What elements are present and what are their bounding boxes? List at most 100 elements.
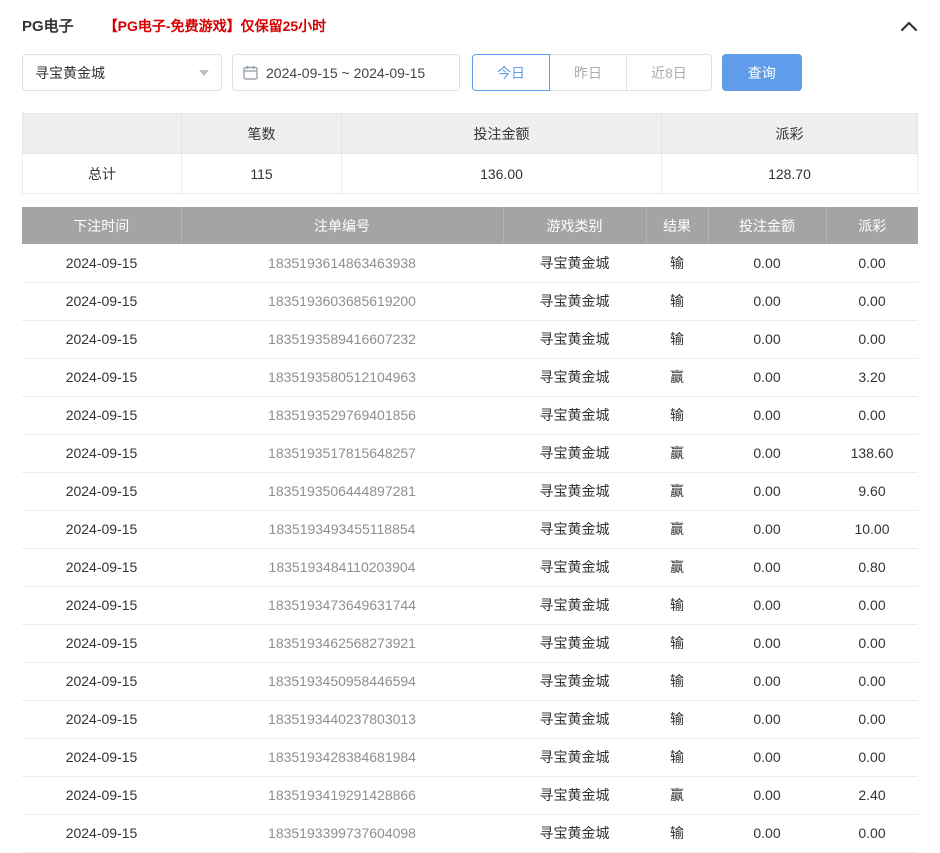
cell-order-id: 1835193529769401856 <box>181 396 503 434</box>
record-row: 2024-09-151835193506444897281寻宝黄金城赢0.009… <box>22 472 918 510</box>
pg-records-page: PG电子 【PG电子-免费游戏】仅保留25小时 寻宝黄金城 2024-09-15… <box>0 0 940 853</box>
cell-game-type: 寻宝黄金城 <box>503 624 646 662</box>
summary-total-row: 总计 115 136.00 128.70 <box>23 154 918 194</box>
cell-payout: 0.00 <box>826 814 918 852</box>
cell-bet-time: 2024-09-15 <box>22 282 181 320</box>
record-row: 2024-09-151835193603685619200寻宝黄金城输0.000… <box>22 282 918 320</box>
cell-bet-time: 2024-09-15 <box>22 320 181 358</box>
quick-range-yesterday[interactable]: 昨日 <box>549 54 627 91</box>
cell-bet-time: 2024-09-15 <box>22 776 181 814</box>
cell-order-id: 1835193506444897281 <box>181 472 503 510</box>
cell-bet-amount: 0.00 <box>708 320 826 358</box>
summary-header-bet-amount: 投注金额 <box>342 114 662 154</box>
cell-bet-amount: 0.00 <box>708 548 826 586</box>
cell-result: 输 <box>646 700 708 738</box>
records-body: 2024-09-151835193614863463938寻宝黄金城输0.000… <box>22 244 918 852</box>
cell-order-id: 1835193603685619200 <box>181 282 503 320</box>
cell-order-id: 1835193493455118854 <box>181 510 503 548</box>
records-header-game-type: 游戏类别 <box>503 207 646 244</box>
calendar-icon <box>243 65 258 80</box>
notice-text: 【PG电子-免费游戏】仅保留25小时 <box>104 16 326 36</box>
cell-order-id: 1835193440237803013 <box>181 700 503 738</box>
cell-order-id: 1835193580512104963 <box>181 358 503 396</box>
record-row: 2024-09-151835193517815648257寻宝黄金城赢0.001… <box>22 434 918 472</box>
cell-order-id: 1835193614863463938 <box>181 244 503 282</box>
cell-bet-amount: 0.00 <box>708 282 826 320</box>
record-row: 2024-09-151835193399737604098寻宝黄金城输0.000… <box>22 814 918 852</box>
cell-bet-amount: 0.00 <box>708 472 826 510</box>
cell-bet-amount: 0.00 <box>708 396 826 434</box>
cell-bet-time: 2024-09-15 <box>22 434 181 472</box>
cell-bet-time: 2024-09-15 <box>22 662 181 700</box>
cell-bet-amount: 0.00 <box>708 624 826 662</box>
records-header-result: 结果 <box>646 207 708 244</box>
cell-result: 赢 <box>646 358 708 396</box>
record-row: 2024-09-151835193529769401856寻宝黄金城输0.000… <box>22 396 918 434</box>
cell-payout: 138.60 <box>826 434 918 472</box>
cell-payout: 10.00 <box>826 510 918 548</box>
record-row: 2024-09-151835193589416607232寻宝黄金城输0.000… <box>22 320 918 358</box>
cell-bet-amount: 0.00 <box>708 586 826 624</box>
cell-bet-time: 2024-09-15 <box>22 700 181 738</box>
cell-game-type: 寻宝黄金城 <box>503 586 646 624</box>
game-select[interactable]: 寻宝黄金城 <box>22 54 222 91</box>
cell-game-type: 寻宝黄金城 <box>503 548 646 586</box>
cell-payout: 0.00 <box>826 738 918 776</box>
cell-result: 赢 <box>646 472 708 510</box>
cell-game-type: 寻宝黄金城 <box>503 814 646 852</box>
search-button[interactable]: 查询 <box>722 54 802 91</box>
cell-order-id: 1835193399737604098 <box>181 814 503 852</box>
caret-down-icon <box>199 70 209 76</box>
cell-result: 输 <box>646 320 708 358</box>
cell-payout: 0.00 <box>826 320 918 358</box>
cell-game-type: 寻宝黄金城 <box>503 472 646 510</box>
quick-range-last-8-days[interactable]: 近8日 <box>626 54 712 91</box>
cell-game-type: 寻宝黄金城 <box>503 662 646 700</box>
cell-payout: 0.00 <box>826 700 918 738</box>
cell-game-type: 寻宝黄金城 <box>503 776 646 814</box>
cell-payout: 0.00 <box>826 662 918 700</box>
cell-payout: 9.60 <box>826 472 918 510</box>
cell-payout: 0.00 <box>826 282 918 320</box>
cell-result: 输 <box>646 396 708 434</box>
date-range-value: 2024-09-15 ~ 2024-09-15 <box>266 65 425 81</box>
cell-order-id: 1835193428384681984 <box>181 738 503 776</box>
cell-payout: 2.40 <box>826 776 918 814</box>
page-title: PG电子 <box>22 15 74 36</box>
quick-range-today[interactable]: 今日 <box>472 54 550 91</box>
cell-result: 输 <box>646 586 708 624</box>
cell-bet-time: 2024-09-15 <box>22 548 181 586</box>
summary-table: 笔数 投注金额 派彩 总计 115 136.00 128.70 <box>22 113 918 194</box>
cell-order-id: 1835193517815648257 <box>181 434 503 472</box>
cell-bet-amount: 0.00 <box>708 358 826 396</box>
cell-order-id: 1835193484110203904 <box>181 548 503 586</box>
cell-order-id: 1835193462568273921 <box>181 624 503 662</box>
cell-game-type: 寻宝黄金城 <box>503 434 646 472</box>
cell-result: 赢 <box>646 548 708 586</box>
records-header-row: 下注时间 注单编号 游戏类别 结果 投注金额 派彩 <box>22 207 918 244</box>
cell-bet-time: 2024-09-15 <box>22 244 181 282</box>
cell-bet-time: 2024-09-15 <box>22 738 181 776</box>
cell-game-type: 寻宝黄金城 <box>503 358 646 396</box>
cell-bet-time: 2024-09-15 <box>22 586 181 624</box>
cell-result: 输 <box>646 662 708 700</box>
cell-game-type: 寻宝黄金城 <box>503 282 646 320</box>
cell-payout: 0.00 <box>826 586 918 624</box>
date-range-input[interactable]: 2024-09-15 ~ 2024-09-15 <box>232 54 460 91</box>
chevron-up-icon[interactable] <box>900 20 918 32</box>
cell-payout: 0.00 <box>826 396 918 434</box>
cell-bet-amount: 0.00 <box>708 510 826 548</box>
summary-payout-value: 128.70 <box>662 154 918 194</box>
cell-result: 输 <box>646 814 708 852</box>
record-row: 2024-09-151835193484110203904寻宝黄金城赢0.000… <box>22 548 918 586</box>
cell-game-type: 寻宝黄金城 <box>503 738 646 776</box>
cell-result: 输 <box>646 624 708 662</box>
cell-bet-amount: 0.00 <box>708 776 826 814</box>
record-row: 2024-09-151835193493455118854寻宝黄金城赢0.001… <box>22 510 918 548</box>
cell-payout: 0.00 <box>826 244 918 282</box>
cell-result: 输 <box>646 738 708 776</box>
summary-header-row: 笔数 投注金额 派彩 <box>23 114 918 154</box>
cell-bet-amount: 0.00 <box>708 700 826 738</box>
cell-bet-time: 2024-09-15 <box>22 472 181 510</box>
records-table: 下注时间 注单编号 游戏类别 结果 投注金额 派彩 2024-09-151835… <box>22 207 918 853</box>
